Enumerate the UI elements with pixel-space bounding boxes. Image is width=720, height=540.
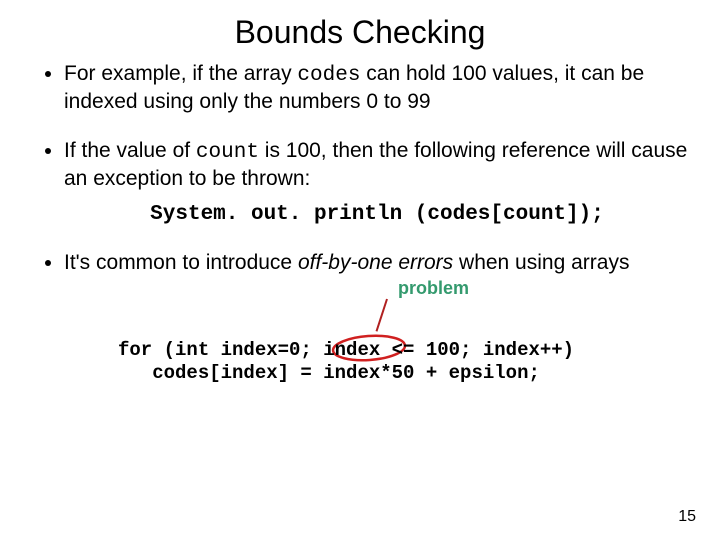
bullet-3-text-b: when using arrays (453, 251, 629, 274)
bullet-2-text-a: If the value of (64, 139, 196, 162)
slide-title: Bounds Checking (30, 14, 690, 51)
code-line-center: System. out. println (codes[count]); (64, 202, 690, 228)
bullet-1-code: codes (297, 64, 360, 87)
bullet-3: It's common to introduce off-by-one erro… (64, 250, 690, 396)
bullet-1-text-a: For example, if the array (64, 62, 297, 85)
bullet-3-italic: off-by-one errors (298, 251, 453, 274)
bullet-1: For example, if the array codes can hold… (64, 61, 690, 116)
bullet-list: For example, if the array codes can hold… (30, 61, 690, 397)
annotation-area: problem for (int index=0; index <= 100; … (64, 277, 690, 397)
slide: Bounds Checking For example, if the arra… (0, 0, 720, 540)
problem-label: problem (398, 277, 469, 300)
pointer-line (376, 298, 388, 331)
bullet-3-text-a: It's common to introduce (64, 251, 298, 274)
code-block: for (int index=0; index <= 100; index++)… (118, 339, 574, 387)
bullet-2-code: count (196, 141, 259, 164)
bullet-2: If the value of count is 100, then the f… (64, 138, 690, 229)
page-number: 15 (678, 508, 696, 526)
